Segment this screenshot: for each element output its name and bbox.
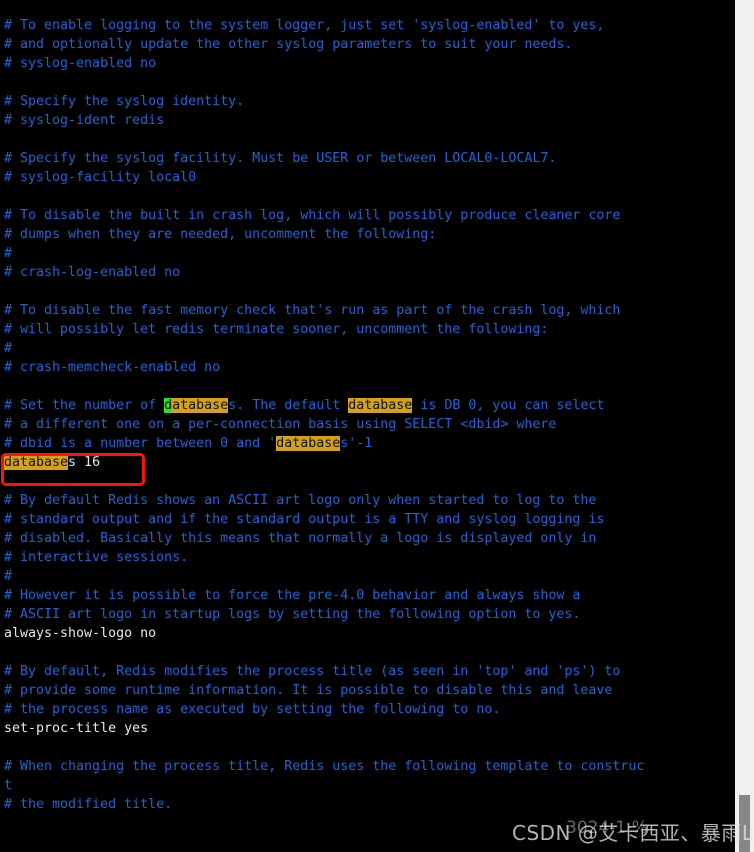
code-line[interactable]: # — [4, 244, 644, 263]
code-text: # When changing the process title, Redis… — [4, 759, 645, 774]
code-line[interactable]: # When changing the process title, Redis… — [4, 757, 644, 776]
code-text: # Specify the syslog identity. — [4, 94, 245, 109]
code-text: # By default, Redis modifies the process… — [4, 664, 621, 679]
code-text: # standard output and if the standard ou… — [4, 512, 605, 527]
code-text: # will possibly let redis terminate soon… — [4, 322, 549, 337]
code-line[interactable]: databases 16 — [4, 453, 644, 472]
code-text: s'-1 — [340, 436, 373, 451]
code-text: # the process name as executed by settin… — [4, 702, 501, 717]
code-text: # dumps when they are needed, uncomment … — [4, 227, 437, 242]
search-match: database — [276, 436, 341, 451]
code-line[interactable]: # syslog-facility local0 — [4, 168, 644, 187]
screenshot-root: # To enable logging to the system logger… — [0, 0, 754, 852]
code-text: s. The default — [228, 398, 349, 413]
code-line[interactable]: # crash-log-enabled no — [4, 263, 644, 282]
code-line[interactable]: # provide some runtime information. It i… — [4, 681, 644, 700]
code-line-blank[interactable] — [4, 73, 644, 92]
code-text: # To disable the built in crash log, whi… — [4, 208, 621, 223]
code-text: # provide some runtime information. It i… — [4, 683, 613, 698]
vertical-scrollbar-thumb[interactable] — [739, 795, 750, 852]
code-line-blank[interactable] — [4, 282, 644, 301]
code-line[interactable]: # To enable logging to the system logger… — [4, 16, 644, 35]
code-text: # syslog-enabled no — [4, 56, 157, 71]
code-line-blank[interactable] — [4, 187, 644, 206]
code-line[interactable]: # Specify the syslog identity. — [4, 92, 644, 111]
code-line-blank[interactable] — [4, 643, 644, 662]
code-line[interactable]: # crash-memcheck-enabled no — [4, 358, 644, 377]
search-match: database — [4, 455, 69, 470]
code-text: # crash-log-enabled no — [4, 265, 181, 280]
code-line[interactable]: # syslog-ident redis — [4, 111, 644, 130]
code-line-blank[interactable] — [4, 472, 644, 491]
code-line[interactable]: # To disable the fast memory check that'… — [4, 301, 644, 320]
code-text: # Specify the syslog facility. Must be U… — [4, 151, 557, 166]
code-line[interactable]: # — [4, 567, 644, 586]
terminal-text-area[interactable]: # To enable logging to the system logger… — [0, 0, 735, 852]
code-line[interactable]: t — [4, 776, 644, 795]
config-file-content: # To enable logging to the system logger… — [4, 16, 644, 814]
code-text: # dbid is a number between 0 and ' — [4, 436, 277, 451]
code-line[interactable]: # standard output and if the standard ou… — [4, 510, 644, 529]
code-text: # disabled. Basically this means that no… — [4, 531, 597, 546]
code-line[interactable]: # interactive sessions. — [4, 548, 644, 567]
search-match: atabase — [172, 398, 229, 413]
code-line[interactable]: # Set the number of databases. The defau… — [4, 396, 644, 415]
code-text: # Set the number of — [4, 398, 165, 413]
code-line[interactable]: # By default, Redis modifies the process… — [4, 662, 644, 681]
code-text: always-show-logo no — [4, 626, 157, 641]
code-text: # By default Redis shows an ASCII art lo… — [4, 493, 597, 508]
code-text: # crash-memcheck-enabled no — [4, 360, 221, 375]
search-match-current: d — [164, 398, 173, 413]
code-text: # syslog-ident redis — [4, 113, 165, 128]
code-line[interactable]: # To disable the built in crash log, whi… — [4, 206, 644, 225]
code-text: # To disable the fast memory check that'… — [4, 303, 621, 318]
code-line[interactable]: # syslog-enabled no — [4, 54, 644, 73]
code-line[interactable]: # and optionally update the other syslog… — [4, 35, 644, 54]
code-line-blank[interactable] — [4, 377, 644, 396]
code-text: # However it is possible to force the pr… — [4, 588, 581, 603]
code-text: # To enable logging to the system logger… — [4, 18, 605, 33]
code-line[interactable]: set-proc-title yes — [4, 719, 644, 738]
code-line[interactable]: # ASCII art logo in startup logs by sett… — [4, 605, 644, 624]
code-line[interactable]: # the process name as executed by settin… — [4, 700, 644, 719]
code-text: set-proc-title yes — [4, 721, 149, 736]
code-line[interactable]: # will possibly let redis terminate soon… — [4, 320, 644, 339]
code-text: # ASCII art logo in startup logs by sett… — [4, 607, 581, 622]
code-text: # and optionally update the other syslog… — [4, 37, 573, 52]
code-text: # — [4, 246, 13, 261]
code-text: # the modified title. — [4, 797, 173, 812]
search-match: database — [348, 398, 413, 413]
vertical-scrollbar-track[interactable] — [735, 0, 754, 852]
code-text: s 16 — [68, 455, 101, 470]
code-text: is DB 0, you can select — [412, 398, 605, 413]
code-text: # a different one on a per-connection ba… — [4, 417, 557, 432]
code-line[interactable]: always-show-logo no — [4, 624, 644, 643]
code-text: # — [4, 569, 13, 584]
code-text: # interactive sessions. — [4, 550, 189, 565]
code-line[interactable]: # dbid is a number between 0 and 'databa… — [4, 434, 644, 453]
code-line[interactable]: # However it is possible to force the pr… — [4, 586, 644, 605]
code-line[interactable]: # a different one on a per-connection ba… — [4, 415, 644, 434]
code-line[interactable]: # the modified title. — [4, 795, 644, 814]
code-text: # — [4, 341, 13, 356]
code-line[interactable]: # By default Redis shows an ASCII art lo… — [4, 491, 644, 510]
code-text: t — [4, 778, 13, 793]
code-text: # syslog-facility local0 — [4, 170, 197, 185]
code-line[interactable]: # Specify the syslog facility. Must be U… — [4, 149, 644, 168]
code-line-blank[interactable] — [4, 130, 644, 149]
code-line[interactable]: # disabled. Basically this means that no… — [4, 529, 644, 548]
code-line[interactable]: # — [4, 339, 644, 358]
code-line[interactable]: # dumps when they are needed, uncomment … — [4, 225, 644, 244]
code-line-blank[interactable] — [4, 738, 644, 757]
